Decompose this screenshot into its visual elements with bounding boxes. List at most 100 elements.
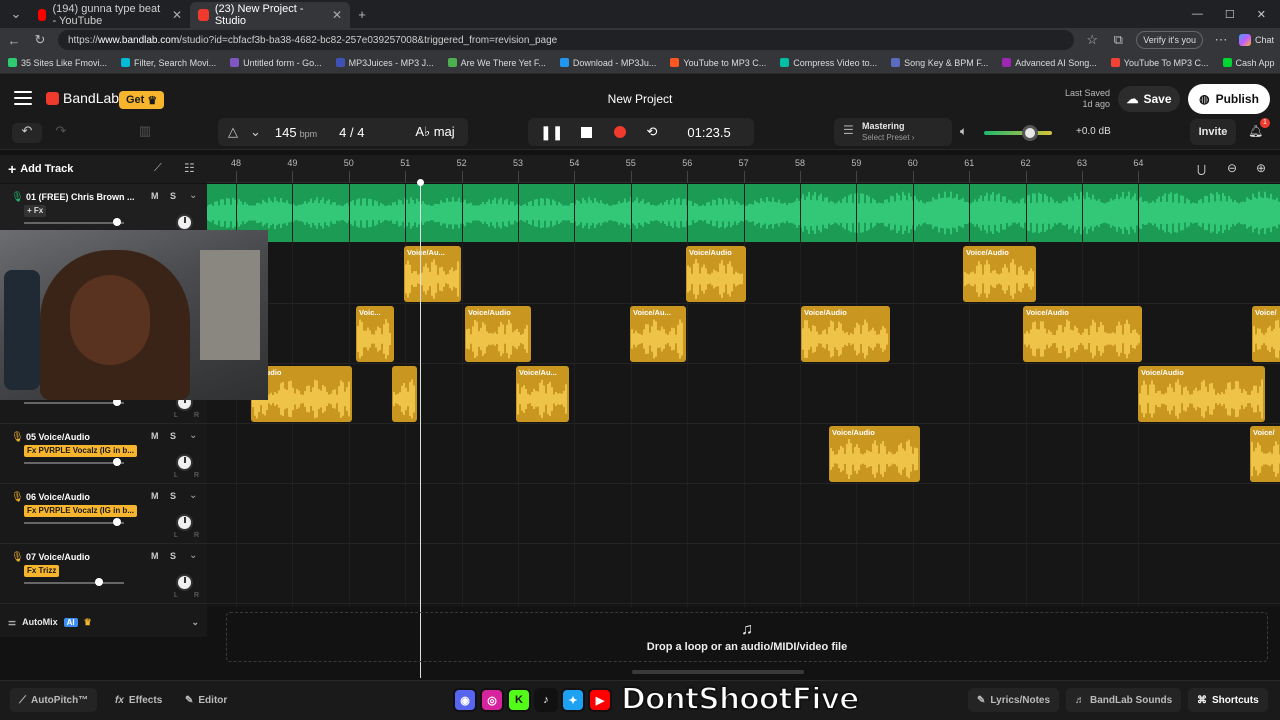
speaker-mute-icon[interactable]: 🔈︎: [960, 124, 967, 139]
pan-knob[interactable]: [176, 214, 193, 231]
audio-clip[interactable]: Voice/Au...: [516, 366, 569, 422]
piano-icon[interactable]: ▥: [132, 123, 158, 143]
save-button[interactable]: ☁ Save: [1118, 86, 1180, 112]
bookmark-item[interactable]: Download - MP3Ju...: [559, 58, 656, 68]
bandlab-sounds-button[interactable]: ♬ BandLab Sounds: [1066, 688, 1182, 712]
redo-icon[interactable]: ↷: [48, 123, 74, 143]
bookmark-item[interactable]: YouTube To MP3 C...: [1110, 58, 1209, 68]
track-lane[interactable]: [207, 424, 1280, 484]
solo-button[interactable]: S: [170, 551, 176, 561]
star-icon[interactable]: ☆: [1084, 32, 1100, 48]
bookmark-item[interactable]: YouTube to MP3 C...: [670, 58, 766, 68]
track-lane[interactable]: [207, 544, 1280, 604]
track-volume-knob[interactable]: [113, 218, 121, 226]
pan-knob[interactable]: [176, 514, 193, 531]
chevron-down-icon[interactable]: ⌄: [189, 190, 197, 201]
audio-clip[interactable]: Voice/Audio: [465, 306, 531, 362]
mute-button[interactable]: M: [151, 431, 159, 441]
fx-chain-tag[interactable]: + Fx: [24, 205, 47, 217]
tab-bandlab[interactable]: (23) New Project - Studio ✕: [190, 2, 350, 28]
pan-knob[interactable]: [176, 574, 193, 591]
autopitch-button[interactable]: ⟋ AutoPitch™: [10, 688, 98, 712]
track-header[interactable]: 🎙︎ 07 Voice/Audio M S ⌄ Fx Trizz L R: [0, 544, 207, 604]
menu-dots-icon[interactable]: ⋯: [1213, 32, 1229, 48]
track-header[interactable]: 🎙︎ 05 Voice/Audio M S ⌄ Fx PVRPLE Vocalz (IG …: [0, 424, 207, 484]
track-volume-knob[interactable]: [113, 458, 121, 466]
bookmark-item[interactable]: Song Key & BPM F...: [891, 58, 988, 68]
track-volume-slider[interactable]: [24, 522, 124, 524]
master-volume-knob[interactable]: [1022, 125, 1039, 141]
close-tab-icon[interactable]: ✕: [332, 8, 342, 22]
snap-magnet-icon[interactable]: ⋃: [1197, 163, 1206, 176]
audio-clip[interactable]: Voice/Audio: [829, 426, 920, 482]
audio-clip[interactable]: Voice/Audio: [801, 306, 890, 362]
tempo-field[interactable]: 145 bpm: [275, 125, 317, 140]
track-name[interactable]: 06 Voice/Audio: [26, 492, 136, 502]
extensions-icon[interactable]: ⧉: [1110, 32, 1126, 48]
audio-clip[interactable]: Voice/Au...: [630, 306, 686, 362]
solo-button[interactable]: S: [170, 431, 176, 441]
url-field[interactable]: https://www.bandlab.com/studio?id=cbfacf…: [58, 30, 1075, 50]
tracks-settings-icon[interactable]: ☷: [184, 161, 195, 175]
chevron-down-icon[interactable]: ⌄: [189, 550, 197, 561]
time-signature[interactable]: 4 / 4: [339, 125, 364, 140]
chevron-down-icon[interactable]: ⌄: [189, 430, 197, 441]
automation-icon[interactable]: ⟋: [154, 162, 162, 175]
automix-row[interactable]: ⚌ AutoMix AI ♛ ⌄: [0, 607, 207, 637]
pause-icon[interactable]: ❚❚: [540, 124, 563, 141]
track-volume-slider[interactable]: [24, 582, 124, 584]
minimize-icon[interactable]: —: [1192, 8, 1203, 21]
playhead[interactable]: [420, 180, 421, 678]
track-volume-knob[interactable]: [113, 518, 121, 526]
audio-clip[interactable]: Voice/: [1252, 306, 1280, 362]
track-lane[interactable]: [207, 364, 1280, 424]
audio-clip[interactable]: Voice/Audio: [1023, 306, 1142, 362]
track-name[interactable]: 01 (FREE) Chris Brown ...: [26, 192, 136, 202]
loop-icon[interactable]: ⟲: [646, 124, 657, 140]
copilot-chat-button[interactable]: Chat: [1238, 34, 1274, 46]
arrangement-lanes[interactable]: Voice/Au... Voice/Audio Voice/Audio Voic...…: [207, 184, 1280, 607]
fx-chain-tag[interactable]: Fx Trizz: [24, 565, 60, 577]
track-volume-slider[interactable]: [24, 222, 124, 224]
close-window-icon[interactable]: ✕: [1257, 8, 1266, 21]
mastering-preset-button[interactable]: ☰ Mastering Select Preset ›: [834, 118, 952, 146]
invite-button[interactable]: Invite: [1190, 119, 1236, 145]
reload-icon[interactable]: ↻: [32, 32, 48, 48]
mute-button[interactable]: M: [151, 191, 159, 201]
drop-zone[interactable]: ♫ Drop a loop or an audio/MIDI/video fil…: [226, 612, 1268, 662]
pan-knob[interactable]: [176, 454, 193, 471]
close-tab-icon[interactable]: ✕: [172, 8, 182, 22]
playhead-handle[interactable]: [417, 179, 424, 186]
track-lane[interactable]: [207, 484, 1280, 544]
timeline-ruler[interactable]: ⋃ ⊖ ⊕ 48 49 50 51 52 53 54 55 56 57 58 59 60 61 62 63 64: [207, 155, 1280, 183]
track-header[interactable]: 🎙︎ 06 Voice/Audio M S ⌄ Fx PVRPLE Vocalz (IG …: [0, 484, 207, 544]
bookmark-item[interactable]: Advanced AI Song...: [1002, 58, 1097, 68]
metronome-chevron-icon[interactable]: ⌄: [250, 124, 261, 140]
audio-clip[interactable]: Voice/Audio: [1138, 366, 1265, 422]
chevron-down-icon[interactable]: ⌄: [191, 617, 199, 628]
effects-button[interactable]: fx Effects: [106, 688, 171, 712]
track-volume-slider[interactable]: [24, 402, 124, 404]
get-membership-button[interactable]: Get ♛: [119, 91, 165, 109]
fx-chain-tag[interactable]: Fx PVRPLE Vocalz (IG in b...: [24, 445, 137, 457]
maximize-icon[interactable]: ☐: [1225, 8, 1235, 21]
metronome-icon[interactable]: △: [228, 124, 238, 140]
menu-hamburger-icon[interactable]: [14, 91, 32, 105]
track-name[interactable]: 05 Voice/Audio: [26, 432, 136, 442]
track-volume-knob[interactable]: [95, 578, 103, 586]
bookmark-item[interactable]: Filter, Search Movi...: [121, 58, 216, 68]
tab-youtube[interactable]: (194) gunna type beat - YouTube ✕: [30, 2, 190, 28]
bookmark-item[interactable]: Untitled form - Go...: [230, 58, 322, 68]
zoom-out-icon[interactable]: ⊖: [1227, 161, 1237, 175]
zoom-in-icon[interactable]: ⊕: [1256, 161, 1266, 175]
back-icon[interactable]: ←: [6, 33, 22, 48]
undo-icon[interactable]: ↶: [12, 123, 42, 143]
stop-icon[interactable]: [581, 126, 593, 138]
track-name[interactable]: 07 Voice/Audio: [26, 552, 136, 562]
add-track-button[interactable]: + Add Track: [8, 161, 73, 177]
lyrics-notes-button[interactable]: ✎ Lyrics/Notes: [968, 688, 1060, 712]
audio-clip[interactable]: Voice/Audio: [686, 246, 746, 302]
mute-button[interactable]: M: [151, 491, 159, 501]
verify-profile-button[interactable]: Verify it's you: [1136, 31, 1203, 49]
track-volume-slider[interactable]: [24, 462, 124, 464]
